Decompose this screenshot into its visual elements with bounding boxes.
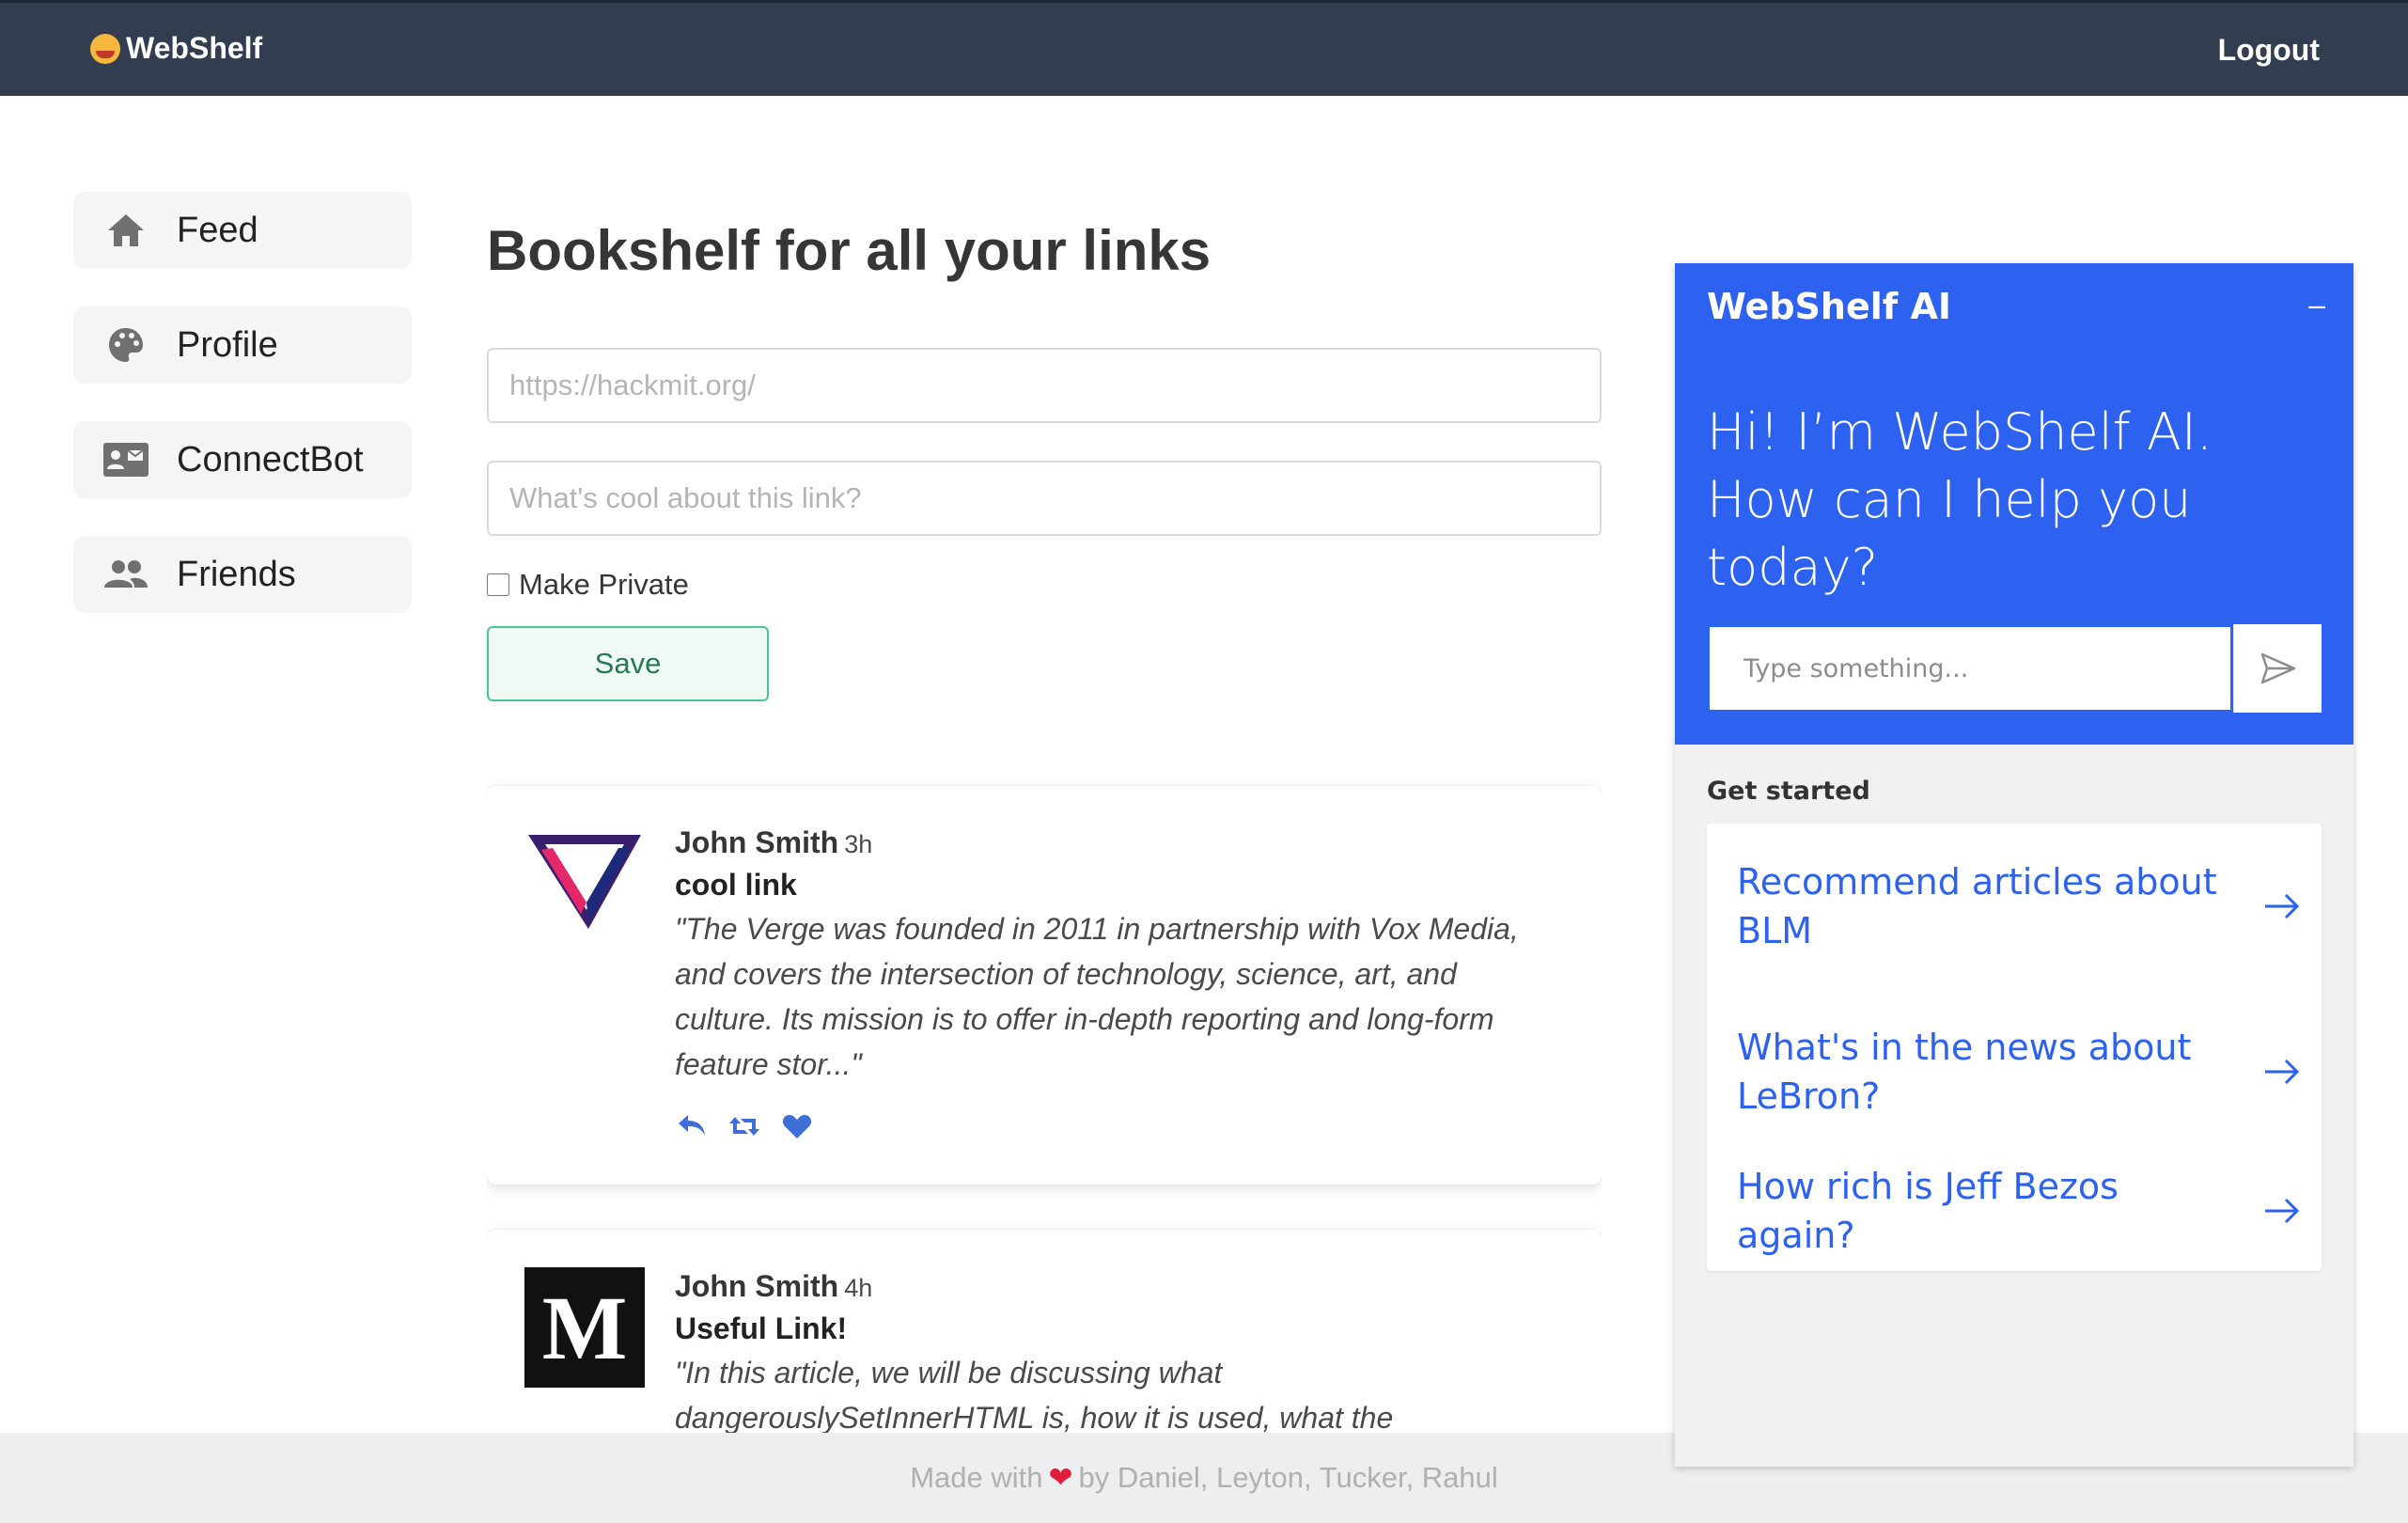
suggestion-text: Recommend articles about BLM bbox=[1737, 861, 2217, 951]
sidebar-item-label: Profile bbox=[177, 324, 278, 365]
verge-logo-icon bbox=[528, 835, 641, 929]
post-card: John Smith 3h cool link "The Verge was fo… bbox=[487, 786, 1602, 1185]
post-title[interactable]: cool link bbox=[675, 868, 1558, 903]
post-quote: "The Verge was founded in 2011 in partne… bbox=[675, 912, 1519, 1081]
post-quote: "In this article, we will be discussing … bbox=[675, 1356, 1394, 1433]
post-author[interactable]: John Smith bbox=[675, 825, 838, 859]
save-button[interactable]: Save bbox=[487, 626, 769, 701]
ai-message-input[interactable] bbox=[1707, 624, 2233, 713]
arrow-right-icon bbox=[2265, 1198, 2300, 1224]
sidebar: Feed Profile ConnectBot Friends bbox=[73, 192, 412, 651]
send-button[interactable] bbox=[2233, 624, 2322, 713]
sidebar-item-profile[interactable]: Profile bbox=[73, 306, 412, 384]
send-icon bbox=[2260, 652, 2295, 684]
url-input[interactable] bbox=[487, 348, 1602, 423]
post-title[interactable]: Useful Link! bbox=[675, 1311, 1558, 1346]
logout-link[interactable]: Logout bbox=[2218, 33, 2320, 68]
footer-text-before: Made with bbox=[910, 1461, 1043, 1494]
sidebar-item-label: Feed bbox=[177, 210, 258, 250]
suggestion-item[interactable]: How rich is Jeff Bezos again? bbox=[1737, 1162, 2301, 1260]
get-started-heading: Get started bbox=[1707, 777, 1870, 806]
suggestion-item[interactable]: Recommend articles about BLM bbox=[1737, 857, 2301, 955]
users-icon bbox=[102, 554, 150, 595]
sidebar-item-friends[interactable]: Friends bbox=[73, 536, 412, 613]
medium-logo-thumbnail[interactable]: M bbox=[524, 1267, 645, 1388]
medium-logo-icon: M bbox=[541, 1277, 628, 1378]
post-body: John Smith 4h Useful Link! "In this artic… bbox=[675, 1269, 1558, 1433]
main-content: Bookshelf for all your links Make Privat… bbox=[487, 0, 1602, 1433]
suggestion-text: How rich is Jeff Bezos again? bbox=[1737, 1166, 2119, 1256]
description-input[interactable] bbox=[487, 461, 1602, 536]
sidebar-item-label: ConnectBot bbox=[177, 439, 364, 479]
suggestion-text: What's in the news about LeBron? bbox=[1737, 1027, 2192, 1117]
footer-text-after: by Daniel, Leyton, Tucker, Rahul bbox=[1078, 1461, 1498, 1494]
make-private-option[interactable]: Make Private bbox=[487, 568, 689, 602]
make-private-checkbox[interactable] bbox=[487, 573, 509, 596]
sidebar-item-feed[interactable]: Feed bbox=[73, 192, 412, 269]
post-actions bbox=[675, 1111, 1558, 1141]
ai-panel-header: WebShelf AI – Hi! I’m WebShelf AI. How c… bbox=[1675, 263, 2353, 745]
verge-logo-thumbnail[interactable] bbox=[524, 824, 645, 944]
sidebar-item-connectbot[interactable]: ConnectBot bbox=[73, 421, 412, 498]
brand-name: WebShelf bbox=[126, 31, 263, 65]
post-time: 4h bbox=[844, 1274, 873, 1302]
retweet-icon[interactable] bbox=[727, 1111, 761, 1141]
ai-greeting: Hi! I’m WebShelf AI. How can I help you … bbox=[1707, 402, 2213, 597]
make-private-label: Make Private bbox=[519, 568, 689, 601]
brand[interactable]: WebShelf bbox=[90, 31, 262, 66]
ai-panel-title: WebShelf AI bbox=[1707, 286, 1952, 327]
post-author[interactable]: John Smith bbox=[675, 1269, 838, 1303]
face-emoji-icon bbox=[90, 33, 120, 64]
sidebar-item-label: Friends bbox=[177, 554, 296, 594]
reply-icon[interactable] bbox=[675, 1111, 709, 1141]
post-card: M John Smith 4h Useful Link! "In this art… bbox=[487, 1230, 1602, 1433]
minimize-button[interactable]: – bbox=[2308, 288, 2325, 322]
arrow-right-icon bbox=[2265, 1059, 2300, 1085]
post-time: 3h bbox=[844, 830, 873, 858]
home-icon bbox=[102, 210, 150, 251]
palette-icon bbox=[102, 324, 150, 366]
page-title: Bookshelf for all your links bbox=[487, 219, 1212, 282]
ai-chat-panel: WebShelf AI – Hi! I’m WebShelf AI. How c… bbox=[1675, 263, 2353, 1467]
heart-icon[interactable] bbox=[780, 1111, 814, 1141]
arrow-right-icon bbox=[2265, 893, 2300, 919]
post-body: John Smith 3h cool link "The Verge was fo… bbox=[675, 825, 1558, 1141]
suggestion-item[interactable]: What's in the news about LeBron? bbox=[1737, 1023, 2301, 1121]
id-card-icon bbox=[102, 439, 150, 480]
suggestion-list: Recommend articles about BLM What's in t… bbox=[1707, 824, 2322, 1271]
heart-icon: ❤ bbox=[1048, 1461, 1073, 1494]
